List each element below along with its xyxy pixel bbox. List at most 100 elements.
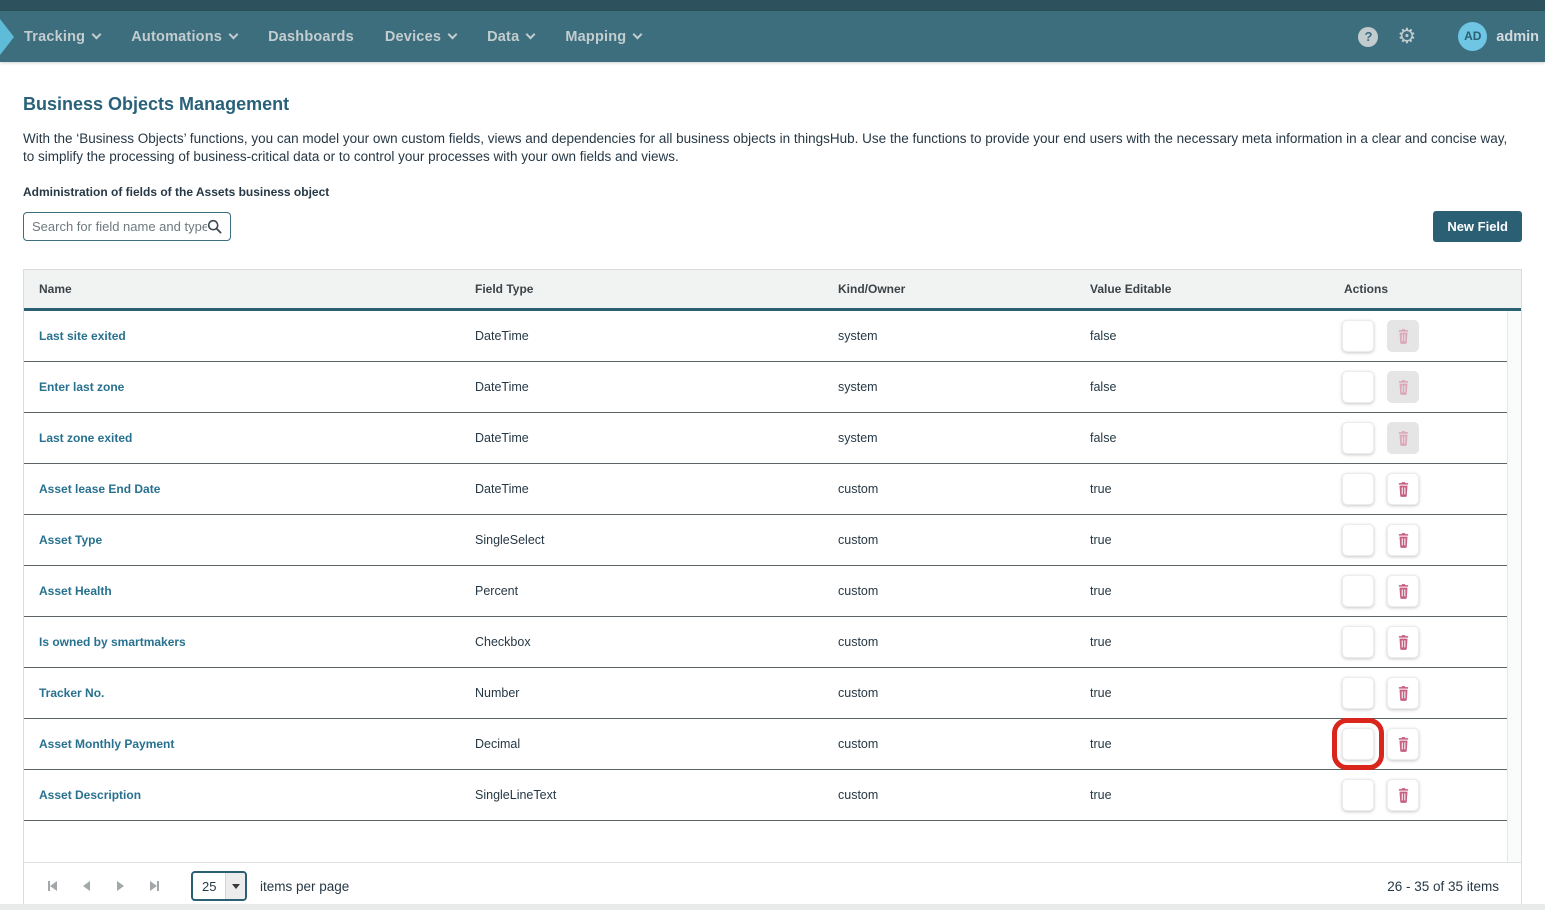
nav-item-automations[interactable]: Automations <box>131 29 237 45</box>
kind-owner-cell: custom <box>823 686 1075 700</box>
actions-cell <box>1329 422 1507 454</box>
gear-icon[interactable]: ⚙ <box>1397 26 1416 47</box>
navbar-right: ? ⚙ AD admin <box>1358 22 1545 51</box>
new-field-button[interactable]: New Field <box>1433 211 1522 242</box>
nav-item-tracking[interactable]: Tracking <box>24 29 100 45</box>
kind-owner-cell: custom <box>823 533 1075 547</box>
edit-button-highlighted[interactable] <box>1342 728 1374 760</box>
delete-button[interactable] <box>1387 473 1419 505</box>
field-type-cell: Percent <box>460 584 823 598</box>
table-row: Last site exited DateTime system false <box>24 311 1507 362</box>
empty-table-row <box>24 821 1507 862</box>
username-label[interactable]: admin <box>1496 29 1539 45</box>
edit-button[interactable] <box>1342 779 1374 811</box>
search-input[interactable] <box>32 219 207 234</box>
field-name-link[interactable]: Tracker No. <box>24 686 460 700</box>
trash-icon <box>1397 686 1410 701</box>
value-editable-cell: true <box>1075 584 1329 598</box>
value-editable-cell: false <box>1075 329 1329 343</box>
help-icon[interactable]: ? <box>1358 27 1378 47</box>
field-name-link[interactable]: Asset lease End Date <box>24 482 460 496</box>
next-page-button[interactable] <box>114 881 127 891</box>
table-row: Enter last zone DateTime system false <box>24 362 1507 413</box>
edit-button[interactable] <box>1342 371 1374 403</box>
delete-button[interactable] <box>1387 728 1419 760</box>
trash-icon <box>1397 737 1410 752</box>
field-type-cell: DateTime <box>460 380 823 394</box>
value-editable-cell: true <box>1075 788 1329 802</box>
chevron-down-icon <box>229 30 239 40</box>
trash-icon <box>1397 482 1410 497</box>
kind-owner-cell: system <box>823 431 1075 445</box>
edit-button[interactable] <box>1342 473 1374 505</box>
nav-item-mapping[interactable]: Mapping <box>565 29 641 45</box>
trash-icon <box>1397 329 1410 344</box>
table-row: Asset lease End Date DateTime custom tru… <box>24 464 1507 515</box>
field-type-cell: DateTime <box>460 431 823 445</box>
field-name-link[interactable]: Last zone exited <box>24 431 460 445</box>
trash-icon <box>1397 431 1410 446</box>
page-size-value: 25 <box>193 873 225 899</box>
field-name-link[interactable]: Asset Description <box>24 788 460 802</box>
toolbar: New Field <box>23 211 1522 242</box>
kind-owner-cell: system <box>823 380 1075 394</box>
field-type-cell: SingleLineText <box>460 788 823 802</box>
delete-button[interactable] <box>1387 779 1419 811</box>
table-body: Last site exited DateTime system false E… <box>24 311 1521 862</box>
column-header-field-type: Field Type <box>460 282 823 296</box>
trash-icon <box>1397 533 1410 548</box>
table-scrollbar-track[interactable] <box>1507 311 1521 862</box>
nav-menu: Tracking Automations Dashboards Devices … <box>24 29 672 45</box>
value-editable-cell: true <box>1075 686 1329 700</box>
window-top-strip <box>0 0 1545 11</box>
user-avatar[interactable]: AD <box>1458 22 1487 51</box>
edit-button[interactable] <box>1342 575 1374 607</box>
table-row: Tracker No. Number custom true <box>24 668 1507 719</box>
actions-cell <box>1329 626 1507 658</box>
delete-button[interactable] <box>1387 677 1419 709</box>
delete-button <box>1387 320 1419 352</box>
actions-cell <box>1329 473 1507 505</box>
field-name-link[interactable]: Is owned by smartmakers <box>24 635 460 649</box>
edit-button[interactable] <box>1342 320 1374 352</box>
chevron-down-icon <box>526 30 536 40</box>
column-header-kind-owner: Kind/Owner <box>823 282 1075 296</box>
actions-cell <box>1329 779 1507 811</box>
search-box <box>23 212 231 241</box>
column-header-value-editable: Value Editable <box>1075 282 1329 296</box>
delete-button[interactable] <box>1387 626 1419 658</box>
trash-icon <box>1397 380 1410 395</box>
page-description: With the ‘Business Objects’ functions, y… <box>23 130 1522 166</box>
search-icon[interactable] <box>207 219 222 234</box>
field-name-link[interactable]: Asset Monthly Payment <box>24 737 460 751</box>
first-page-button[interactable] <box>46 881 59 891</box>
actions-cell <box>1329 524 1507 556</box>
edit-button[interactable] <box>1342 626 1374 658</box>
actions-cell <box>1329 575 1507 607</box>
field-type-cell: Decimal <box>460 737 823 751</box>
field-name-link[interactable]: Last site exited <box>24 329 460 343</box>
previous-page-button[interactable] <box>80 881 93 891</box>
kind-owner-cell: custom <box>823 737 1075 751</box>
last-page-button[interactable] <box>148 881 161 891</box>
nav-item-dashboards[interactable]: Dashboards <box>268 29 354 45</box>
sidebar-expand-arrow-icon[interactable] <box>0 19 14 55</box>
kind-owner-cell: custom <box>823 635 1075 649</box>
trash-icon <box>1397 584 1410 599</box>
edit-button[interactable] <box>1342 677 1374 709</box>
fields-table: Name Field Type Kind/Owner Value Editabl… <box>23 269 1522 910</box>
delete-button <box>1387 371 1419 403</box>
edit-button[interactable] <box>1342 524 1374 556</box>
edit-button[interactable] <box>1342 422 1374 454</box>
field-name-link[interactable]: Asset Type <box>24 533 460 547</box>
field-name-link[interactable]: Asset Health <box>24 584 460 598</box>
delete-button <box>1387 422 1419 454</box>
value-editable-cell: false <box>1075 431 1329 445</box>
delete-button[interactable] <box>1387 524 1419 556</box>
top-navbar: Tracking Automations Dashboards Devices … <box>0 11 1545 62</box>
field-name-link[interactable]: Enter last zone <box>24 380 460 394</box>
delete-button[interactable] <box>1387 575 1419 607</box>
nav-item-data[interactable]: Data <box>487 29 534 45</box>
nav-item-devices[interactable]: Devices <box>385 29 456 45</box>
page-size-select[interactable]: 25 <box>191 871 247 901</box>
